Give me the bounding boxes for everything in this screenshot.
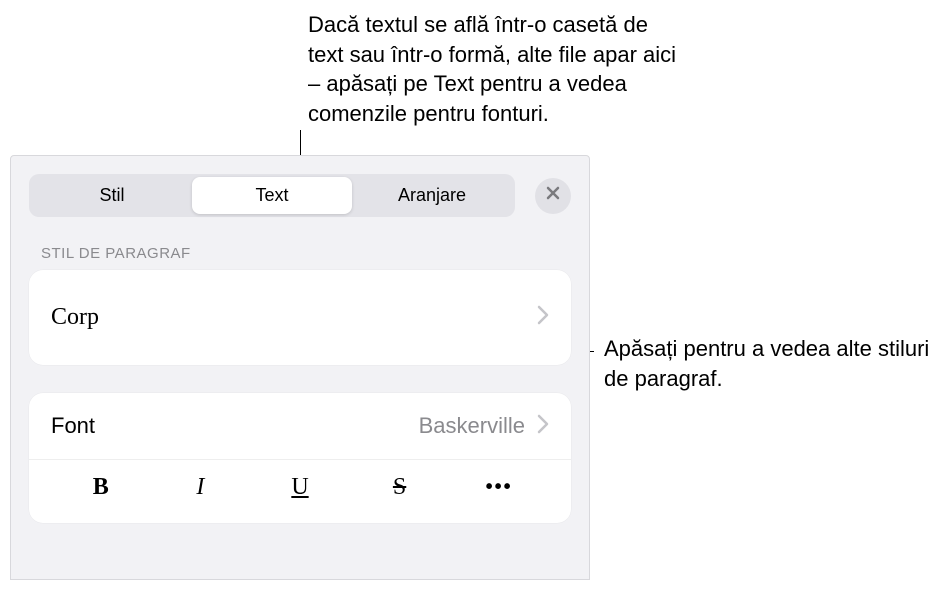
- italic-button[interactable]: I: [151, 474, 251, 501]
- close-button[interactable]: [535, 178, 571, 214]
- strikethrough-button[interactable]: S: [350, 474, 450, 501]
- chevron-right-icon: [537, 305, 549, 330]
- more-button[interactable]: •••: [449, 474, 549, 501]
- font-row[interactable]: Font Baskerville: [29, 393, 571, 460]
- paragraph-style-row[interactable]: Corp: [29, 270, 571, 365]
- paragraph-style-card: Corp: [29, 270, 571, 365]
- font-card: Font Baskerville B I U S •••: [29, 393, 571, 523]
- tab-stil[interactable]: Stil: [32, 177, 192, 214]
- bold-button[interactable]: B: [51, 474, 151, 501]
- tab-group: Stil Text Aranjare: [29, 174, 515, 217]
- close-icon: [545, 185, 561, 206]
- chevron-right-icon: [537, 414, 549, 439]
- font-name: Baskerville: [419, 413, 525, 439]
- paragraph-style-value: Corp: [51, 304, 99, 331]
- style-buttons-row: B I U S •••: [29, 460, 571, 523]
- panel-header: Stil Text Aranjare: [11, 156, 589, 227]
- font-value-wrap: Baskerville: [419, 413, 549, 439]
- callout-right: Apăsați pentru a vedea alte stiluri de p…: [604, 334, 934, 393]
- font-label: Font: [51, 413, 95, 439]
- callout-top: Dacă textul se află într-o casetă de tex…: [308, 10, 688, 129]
- format-panel: Stil Text Aranjare STIL DE PARAGRAF Corp…: [10, 155, 590, 580]
- tab-aranjare[interactable]: Aranjare: [352, 177, 512, 214]
- tab-text[interactable]: Text: [192, 177, 352, 214]
- paragraph-style-header: STIL DE PARAGRAF: [11, 227, 589, 270]
- underline-button[interactable]: U: [250, 474, 350, 501]
